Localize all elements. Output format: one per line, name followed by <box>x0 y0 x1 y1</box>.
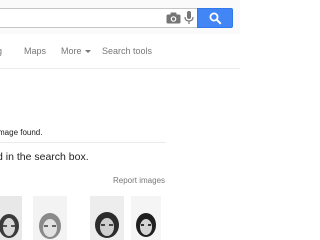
report-images-link[interactable]: Report images <box>113 176 165 185</box>
tab-images[interactable]: g <box>0 46 2 56</box>
thumbnail-image[interactable] <box>131 196 161 240</box>
search-header <box>0 0 240 34</box>
tab-maps[interactable]: Maps <box>24 46 46 56</box>
camera-icon[interactable] <box>166 12 181 24</box>
microphone-icon[interactable] <box>184 11 194 25</box>
tab-more-label: More <box>61 46 82 56</box>
no-match-message: mage found. <box>0 128 43 137</box>
thumbnail-image[interactable] <box>33 196 67 240</box>
search-results-page: g Maps More Search tools mage found. d i… <box>0 0 240 240</box>
search-button[interactable] <box>197 8 233 28</box>
tab-more[interactable]: More <box>61 46 91 56</box>
search-tabs: g Maps More Search tools <box>0 34 240 69</box>
divider <box>0 142 166 143</box>
tab-search-tools[interactable]: Search tools <box>102 46 152 56</box>
search-hint: d in the search box. <box>0 151 89 163</box>
chevron-down-icon <box>84 50 91 53</box>
magnifier-icon <box>209 12 222 25</box>
thumbnail-image[interactable] <box>0 196 22 240</box>
image-thumbnails <box>0 196 240 240</box>
thumbnail-image[interactable] <box>90 196 124 240</box>
